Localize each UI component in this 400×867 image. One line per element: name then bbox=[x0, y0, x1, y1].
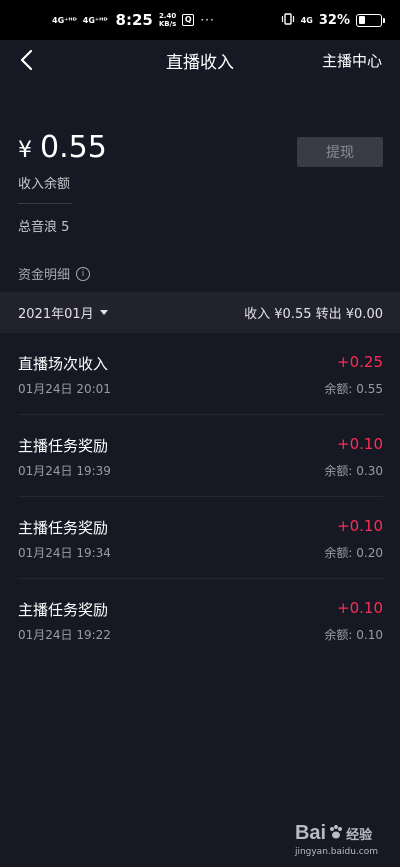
record-amount: +0.10 bbox=[337, 435, 383, 453]
month-selector[interactable]: 2021年01月 bbox=[18, 303, 108, 322]
record-time: 01月24日 19:34 bbox=[18, 546, 111, 560]
transaction-list: 直播场次收入 01月24日 20:01 +0.25 余额: 0.55 主播任务奖… bbox=[0, 333, 400, 661]
list-item[interactable]: 主播任务奖励 01月24日 19:22 +0.10 余额: 0.10 bbox=[18, 579, 383, 661]
signal-icon-2: 4G⁺ᴴᴰ bbox=[82, 15, 108, 25]
list-item[interactable]: 主播任务奖励 01月24日 19:34 +0.10 余额: 0.20 bbox=[18, 497, 383, 579]
total-sound-waves: 总音浪 5 bbox=[18, 220, 70, 235]
month-summary: 收入 ¥0.55 转出 ¥0.00 bbox=[244, 307, 383, 322]
record-title: 主播任务奖励 bbox=[18, 601, 109, 619]
list-item[interactable]: 主播任务奖励 01月24日 19:39 +0.10 余额: 0.30 bbox=[18, 415, 383, 497]
watermark-logo: Bai 经验 bbox=[295, 822, 378, 845]
list-item[interactable]: 直播场次收入 01月24日 20:01 +0.25 余额: 0.55 bbox=[18, 333, 383, 415]
record-balance: 余额: 0.55 bbox=[324, 382, 383, 396]
baidu-jingyan-watermark: Bai 经验 jingyan.baidu.com bbox=[295, 822, 378, 857]
paw-icon bbox=[328, 824, 344, 843]
network-type-icon: 4G bbox=[300, 15, 313, 25]
record-time: 01月24日 19:22 bbox=[18, 628, 111, 642]
record-title: 主播任务奖励 bbox=[18, 519, 109, 537]
battery-icon bbox=[356, 13, 385, 27]
page-title: 直播收入 bbox=[166, 52, 234, 73]
signal-icon-1: 4G⁺ᴴᴰ bbox=[52, 15, 77, 25]
month-label: 2021年01月 bbox=[18, 307, 94, 322]
notification-app-icon: Q bbox=[182, 14, 195, 26]
record-title: 直播场次收入 bbox=[18, 355, 109, 373]
balance-amount: ¥ 0.55 bbox=[18, 130, 107, 165]
record-balance: 余额: 0.30 bbox=[324, 464, 383, 478]
balance-label: 收入余额 bbox=[18, 177, 71, 192]
record-amount: +0.25 bbox=[337, 353, 383, 371]
record-balance: 余额: 0.20 bbox=[324, 546, 383, 560]
fund-details-title: 资金明细 bbox=[18, 268, 71, 283]
month-filter-bar: 2021年01月 收入 ¥0.55 转出 ¥0.00 bbox=[0, 292, 400, 333]
watermark-logo-suffix: 经验 bbox=[346, 827, 373, 842]
status-bar: 4G⁺ᴴᴰ 4G⁺ᴴᴰ 8:25 2.40 KB/s Q ··· 4G 32% bbox=[0, 0, 400, 40]
battery-percent: 32% bbox=[318, 12, 350, 28]
currency-symbol: ¥ bbox=[18, 138, 32, 163]
record-balance: 余额: 0.10 bbox=[324, 628, 383, 642]
withdraw-button[interactable]: 提现 bbox=[297, 137, 383, 167]
network-speed: 2.40 KB/s bbox=[159, 12, 176, 28]
status-time: 8:25 bbox=[115, 11, 153, 29]
dropdown-triangle-icon bbox=[99, 310, 108, 315]
balance-section: ¥ 0.55 收入余额 bbox=[18, 130, 107, 192]
watermark-logo-text: Bai bbox=[294, 822, 327, 844]
speed-value: 2.40 bbox=[158, 12, 177, 20]
back-button[interactable] bbox=[12, 46, 40, 74]
record-title: 主播任务奖励 bbox=[18, 437, 109, 455]
record-amount: +0.10 bbox=[337, 517, 383, 535]
record-time: 01月24日 19:39 bbox=[18, 464, 111, 478]
battery-fill bbox=[358, 16, 366, 24]
record-amount: +0.10 bbox=[337, 599, 383, 617]
divider bbox=[18, 203, 72, 204]
fund-details-header: 资金明细 i bbox=[18, 264, 91, 283]
watermark-url: jingyan.baidu.com bbox=[294, 847, 378, 857]
more-notifications-icon: ··· bbox=[200, 13, 215, 27]
chevron-left-icon bbox=[20, 49, 33, 71]
balance-value: 0.55 bbox=[40, 130, 107, 165]
status-right: 4G 32% bbox=[281, 12, 385, 28]
info-icon[interactable]: i bbox=[76, 266, 91, 281]
status-left: 4G⁺ᴴᴰ 4G⁺ᴴᴰ 8:25 2.40 KB/s Q ··· bbox=[52, 11, 215, 29]
nav-header: 直播收入 主播中心 bbox=[0, 40, 400, 80]
vibrate-icon bbox=[281, 12, 295, 28]
speed-unit: KB/s bbox=[158, 20, 177, 28]
anchor-center-link[interactable]: 主播中心 bbox=[322, 50, 382, 71]
record-time: 01月24日 20:01 bbox=[18, 382, 111, 396]
